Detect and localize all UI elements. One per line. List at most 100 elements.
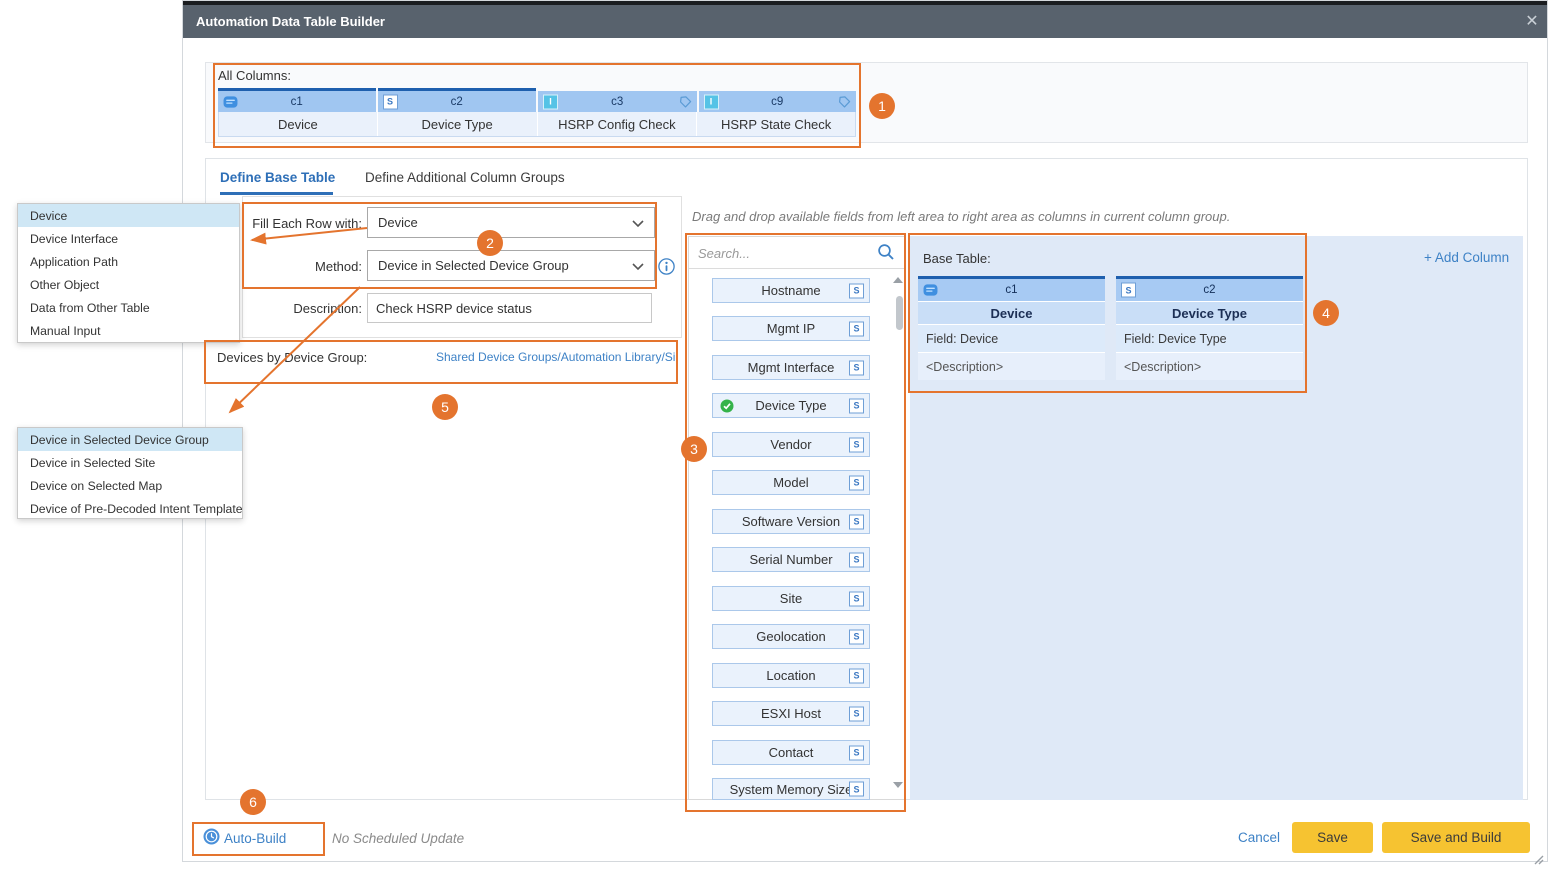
method-options-popup: Device in Selected Device Group Device i… [17, 427, 243, 519]
intent-type-icon: I [543, 94, 558, 109]
base-table-label: Base Table: [923, 251, 991, 266]
base-table-card-device-type[interactable]: S c2 Device Type Field: Device Type <Des… [1116, 276, 1303, 380]
field-chip-software-version[interactable]: Software Version S [712, 509, 870, 534]
popup-item-device[interactable]: Device [18, 204, 239, 227]
column-name-cell[interactable]: HSRP State Check [697, 112, 855, 136]
active-tab-underline [220, 192, 333, 195]
field-chip-location[interactable]: Location S [712, 663, 870, 688]
save-and-build-button[interactable]: Save and Build [1382, 822, 1530, 853]
method-select[interactable]: Device in Selected Device Group [367, 250, 655, 281]
tab-define-additional-column-groups[interactable]: Define Additional Column Groups [365, 170, 565, 185]
field-chip-mgmt-interface[interactable]: Mgmt Interface S [712, 355, 870, 380]
column-name-cell[interactable]: HSRP Config Check [538, 112, 697, 136]
chevron-down-icon [632, 215, 644, 230]
tag-icon [838, 95, 851, 108]
field-chip-vendor[interactable]: VendorS [712, 432, 870, 457]
field-chip-label: ESXI Host [761, 706, 821, 721]
info-icon[interactable] [658, 258, 675, 275]
intent-type-icon: I [704, 94, 719, 109]
auto-build-button[interactable]: Auto-Build [224, 831, 286, 846]
card-field-row: Field: Device Type [1116, 325, 1303, 353]
string-type-icon: S [849, 745, 864, 760]
all-columns-header-c9[interactable]: I c9 [699, 91, 857, 112]
card-header: S c2 [1116, 279, 1303, 302]
field-chip-serial-number[interactable]: Serial Number S [712, 547, 870, 572]
scrollbar-down-arrow[interactable] [893, 782, 903, 788]
automation-data-table-builder-screen: Automation Data Table Builder ✕ All Colu… [0, 0, 1550, 877]
all-columns-header-c2[interactable]: S c2 [378, 91, 537, 112]
all-columns-header-c3[interactable]: I c3 [538, 91, 697, 112]
field-chip-label: Software Version [742, 514, 840, 529]
scrollbar-up-arrow[interactable] [893, 277, 903, 283]
card-column-id: c1 [1005, 284, 1017, 296]
column-id: c9 [771, 96, 783, 108]
string-type-icon: S [849, 514, 864, 529]
all-columns-label: All Columns: [218, 68, 291, 83]
all-columns-table: c1 S c2 I c3 I c9 De [218, 91, 856, 137]
schedule-status: No Scheduled Update [332, 831, 464, 846]
search-divider [689, 268, 904, 269]
fill-options-popup: Device Device Interface Application Path… [17, 203, 240, 343]
popup-item-application-path[interactable]: Application Path [18, 250, 239, 273]
cancel-button[interactable]: Cancel [1238, 830, 1280, 845]
clock-icon [203, 828, 220, 845]
card-field-row: Field: Device [918, 325, 1105, 353]
device-icon [923, 284, 938, 297]
field-chip-label: Hostname [761, 283, 820, 298]
field-chip-contact[interactable]: ContactS [712, 740, 870, 765]
base-table-card-device[interactable]: c1 Device Field: Device <Description> [918, 276, 1105, 380]
search-input[interactable] [690, 239, 870, 267]
card-description-row[interactable]: <Description> [1116, 353, 1303, 380]
resize-handle-icon[interactable] [1532, 853, 1544, 865]
card-description-row[interactable]: <Description> [918, 353, 1105, 380]
field-chip-geolocation[interactable]: GeolocationS [712, 624, 870, 649]
column-id: c1 [291, 96, 303, 108]
popup-item-device-on-selected-map[interactable]: Device on Selected Map [18, 474, 242, 497]
popup-item-device-in-selected-site[interactable]: Device in Selected Site [18, 451, 242, 474]
field-chip-label: Serial Number [749, 552, 832, 567]
field-chip-esxi-host[interactable]: ESXI HostS [712, 701, 870, 726]
string-type-icon: S [849, 552, 864, 567]
fill-each-row-select[interactable]: Device [367, 207, 655, 238]
column-name-cell[interactable]: Device Type [378, 112, 537, 136]
add-column-link[interactable]: + Add Column [1424, 250, 1509, 265]
field-chip-device-type[interactable]: Device Type S [712, 393, 870, 418]
card-header: c1 [918, 279, 1105, 302]
field-chip-label: Mgmt IP [767, 321, 815, 336]
string-type-icon: S [849, 360, 864, 375]
popup-item-device-of-pre-decoded-intent-template[interactable]: Device of Pre-Decoded Intent Template [18, 497, 242, 520]
field-chip-label: Location [766, 668, 815, 683]
all-columns-header-c1[interactable]: c1 [218, 91, 376, 112]
field-chip-site[interactable]: SiteS [712, 586, 870, 611]
dialog-title: Automation Data Table Builder [196, 14, 385, 29]
field-chip-label: Device Type [755, 398, 826, 413]
field-chip-mgmt-ip[interactable]: Mgmt IPS [712, 316, 870, 341]
card-column-id: c2 [1203, 284, 1215, 296]
string-type-icon: S [849, 668, 864, 683]
popup-item-data-from-other-table[interactable]: Data from Other Table [18, 296, 239, 319]
save-button[interactable]: Save [1292, 822, 1373, 853]
column-name-cell[interactable]: Device [219, 112, 377, 136]
popup-item-device-in-selected-device-group[interactable]: Device in Selected Device Group [18, 428, 242, 451]
string-type-icon: S [849, 475, 864, 490]
search-icon[interactable] [877, 243, 895, 261]
popup-item-device-interface[interactable]: Device Interface [18, 227, 239, 250]
dialog-titlebar: Automation Data Table Builder [182, 5, 1548, 38]
field-chip-system-memory-size[interactable]: System Memory SizeS [712, 778, 870, 800]
string-type-icon: S [849, 283, 864, 298]
field-chip-label: Mgmt Interface [748, 360, 835, 375]
string-type-icon: S [849, 629, 864, 644]
popup-item-other-object[interactable]: Other Object [18, 273, 239, 296]
scrollbar-thumb[interactable] [896, 296, 903, 330]
device-group-label: Devices by Device Group: [217, 350, 367, 365]
close-icon[interactable]: ✕ [1522, 12, 1542, 32]
tab-define-base-table[interactable]: Define Base Table [220, 170, 335, 185]
check-circle-icon [720, 399, 734, 413]
device-group-link[interactable]: Shared Device Groups/Automation Library/… [436, 350, 676, 364]
popup-item-manual-input[interactable]: Manual Input [18, 319, 239, 342]
description-input[interactable] [367, 293, 652, 323]
string-type-icon: S [849, 398, 864, 413]
field-chip-hostname[interactable]: Hostname S [712, 278, 870, 303]
drag-drop-hint: Drag and drop available fields from left… [692, 209, 1252, 224]
field-chip-model[interactable]: ModelS [712, 470, 870, 495]
